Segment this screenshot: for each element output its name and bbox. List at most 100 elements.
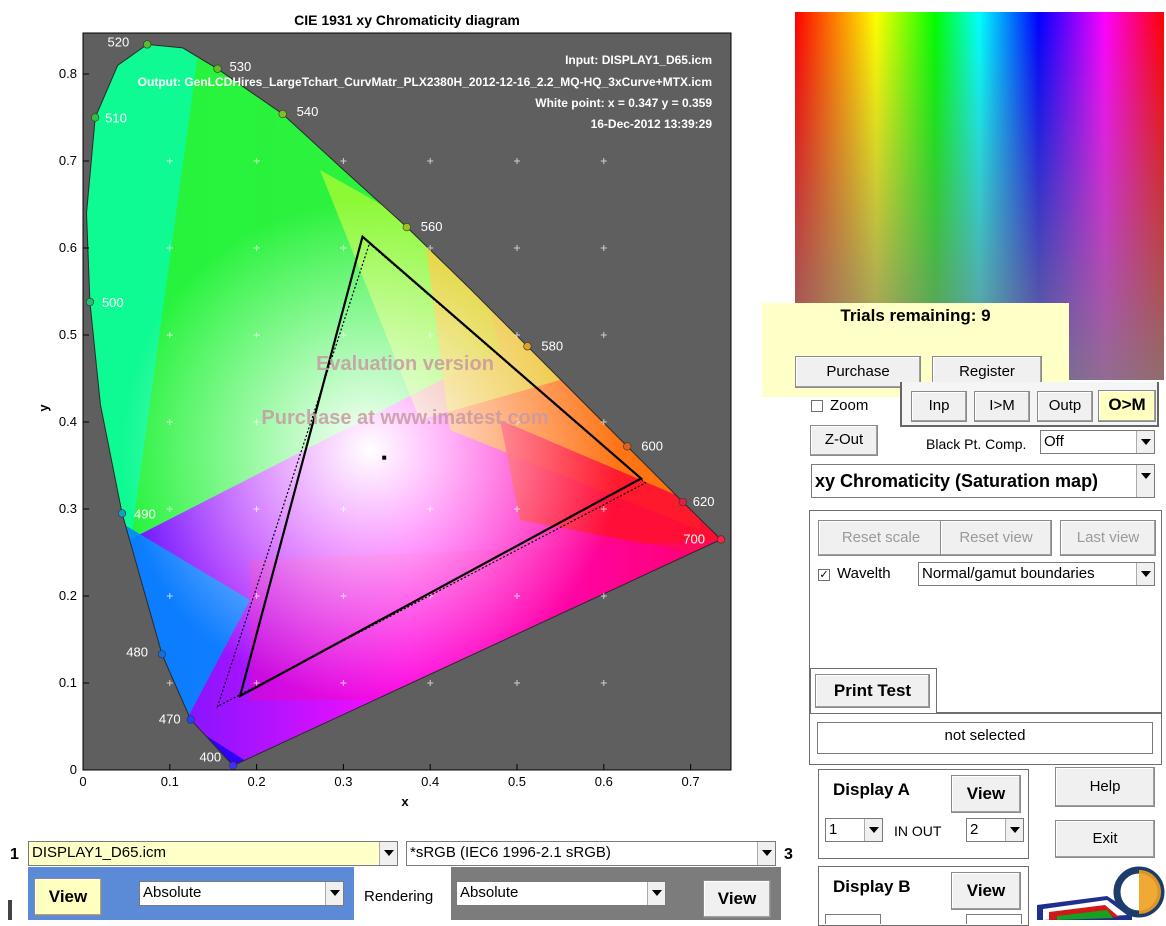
x-tick-label: 0 (79, 774, 86, 789)
y-tick-label: 0.8 (59, 66, 77, 81)
y-tick-label: 0 (70, 762, 77, 777)
intent-right-value: Absolute (460, 884, 519, 901)
x-tick-label: 0.2 (248, 774, 266, 789)
left-edge-mark (8, 900, 12, 920)
boundaries-value: Normal/gamut boundaries (922, 565, 1095, 582)
info-output: Output: GenLCDHires_LargeTchart_CurvMatr… (138, 75, 712, 89)
reset-view-button[interactable]: Reset view (940, 520, 1052, 556)
profile-3-select[interactable]: *sRGB (IEC6 1996-2.1 sRGB) (406, 841, 776, 866)
x-tick-label: 0.3 (334, 774, 352, 789)
y-tick-label: 0.1 (59, 675, 77, 690)
wavelength-label: 470 (159, 712, 181, 727)
wavelength-label: 560 (421, 219, 443, 234)
wavelength-marker (229, 761, 238, 770)
display-b-view-button[interactable]: View (951, 872, 1021, 910)
exit-button[interactable]: Exit (1055, 820, 1155, 858)
plot-type-value: xy Chromaticity (Saturation map) (815, 471, 1099, 491)
z-out-button[interactable]: Z-Out (810, 425, 878, 456)
wavelength-marker (91, 113, 100, 122)
in-out-label: IN OUT (894, 823, 942, 839)
profile-3-number: 3 (784, 846, 793, 863)
y-tick-label: 0.7 (59, 153, 77, 168)
black-pt-select[interactable]: Off (1040, 430, 1155, 454)
display-a-view-button[interactable]: View (951, 775, 1021, 813)
chevron-down-icon (1136, 465, 1154, 497)
black-pt-label: Black Pt. Comp. (926, 436, 1027, 452)
zoom-checkbox[interactable] (811, 400, 823, 412)
wavelth-label: Wavelth (837, 565, 891, 582)
print-test-button[interactable]: Print Test (815, 674, 930, 708)
display-a-out-value: 2 (970, 821, 979, 838)
wavelength-marker (186, 715, 195, 724)
watermark-purchase: Purchase at www.imatest.com (261, 407, 548, 429)
view-left-button[interactable]: View (34, 878, 102, 916)
wavelength-label: 520 (108, 34, 130, 49)
zoom-label: Zoom (830, 397, 869, 414)
white-point-marker (382, 455, 387, 460)
display-a-in-select[interactable]: 1 (825, 818, 883, 842)
black-pt-value: Off (1044, 433, 1064, 450)
wavelength-marker (143, 40, 152, 49)
y-axis-label: y (36, 404, 51, 412)
chevron-down-icon (1136, 563, 1154, 585)
boundaries-select[interactable]: Normal/gamut boundaries (918, 562, 1155, 586)
info-white-point: White point: x = 0.347 y = 0.359 (535, 96, 712, 110)
chromaticity-chart[interactable]: 0 0.1 0.2 0.3 0.4 0.5 0.6 0.7 0 0.1 0.2 0.3 0.4 0.5 0.… (0, 0, 790, 815)
profile-1-value: DISPLAY1_D65.icm (32, 844, 166, 861)
wavelength-label: 620 (693, 494, 715, 509)
intent-left-select[interactable]: Absolute (139, 881, 344, 906)
status-field: not selected (817, 722, 1153, 754)
outp-button[interactable]: Outp (1037, 391, 1093, 422)
info-date: 16-Dec-2012 13:39:29 (591, 117, 713, 131)
chevron-down-icon (379, 842, 397, 865)
o-to-m-button[interactable]: O>M (1098, 390, 1156, 422)
x-tick-label: 0.7 (682, 774, 700, 789)
wavelength-marker (716, 535, 726, 544)
y-tick-label: 0.4 (59, 414, 77, 429)
wavelength-marker (402, 223, 411, 232)
wavelength-label: 490 (134, 506, 156, 521)
wavelength-label: 400 (199, 750, 221, 765)
reset-scale-button[interactable]: Reset scale (818, 520, 944, 556)
wavelength-marker (117, 509, 127, 518)
y-tick-label: 0.5 (59, 327, 77, 342)
last-view-button[interactable]: Last view (1060, 520, 1156, 556)
display-b-label: Display B (833, 877, 911, 896)
y-tick-label: 0.3 (59, 501, 77, 516)
inp-button[interactable]: Inp (911, 391, 967, 422)
display-b-selects-partial[interactable] (825, 914, 881, 924)
rendering-label: Rendering (364, 888, 434, 905)
x-tick-label: 0.1 (161, 774, 179, 789)
display-a-label: Display A (833, 780, 910, 799)
y-tick-label: 0.2 (59, 588, 77, 603)
chevron-down-icon (1005, 819, 1023, 841)
view-right-button[interactable]: View (703, 880, 771, 918)
display-a-out-select[interactable]: 2 (966, 818, 1024, 842)
chevron-down-icon (647, 882, 665, 905)
wavelength-label: 600 (641, 438, 663, 453)
display-a-in-value: 1 (829, 821, 838, 838)
x-tick-label: 0.4 (421, 774, 439, 789)
wavelength-label: 580 (541, 338, 563, 353)
wavelth-checkbox[interactable]: ✓ (818, 569, 830, 581)
profile-3-value: *sRGB (IEC6 1996-2.1 sRGB) (410, 844, 611, 861)
wavelength-label: 700 (683, 531, 705, 546)
wavelength-marker (623, 442, 632, 451)
y-tick-label: 0.6 (59, 240, 77, 255)
i-to-m-button[interactable]: I>M (974, 391, 1030, 422)
imatest-logo (1037, 866, 1165, 920)
wavelength-label: 500 (102, 295, 124, 310)
profile-1-select[interactable]: DISPLAY1_D65.icm (28, 841, 398, 866)
chevron-down-icon (325, 882, 343, 905)
display-b-selects-partial-out[interactable] (966, 914, 1022, 924)
x-tick-label: 0.5 (508, 774, 526, 789)
profile-1-number: 1 (10, 846, 19, 863)
help-button[interactable]: Help (1055, 767, 1155, 807)
intent-right-select[interactable]: Absolute (456, 881, 666, 906)
chevron-down-icon (864, 819, 882, 841)
plot-type-select[interactable]: xy Chromaticity (Saturation map) (811, 464, 1155, 498)
info-input: Input: DISPLAY1_D65.icm (565, 53, 712, 67)
wavelength-label: 530 (230, 59, 252, 74)
x-axis-label: x (401, 794, 409, 809)
wavelength-marker (278, 109, 287, 119)
